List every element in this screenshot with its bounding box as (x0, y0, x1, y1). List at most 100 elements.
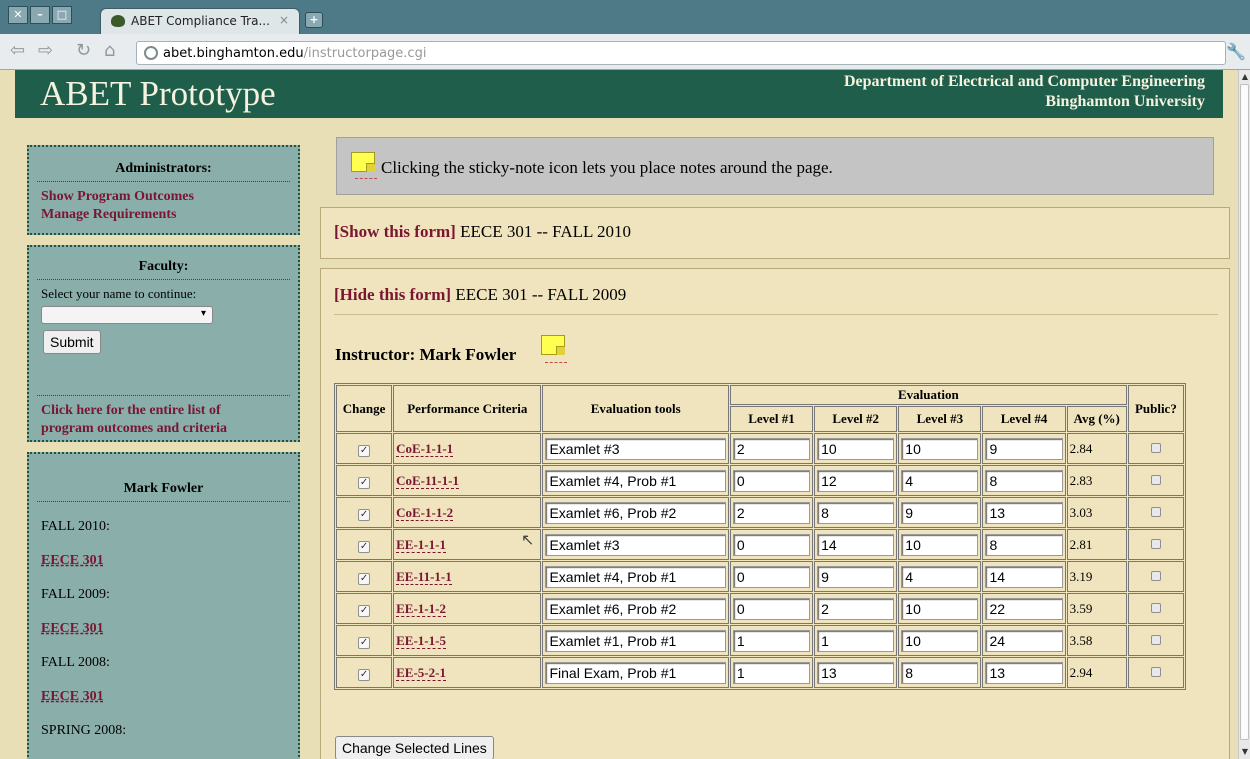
tab-close-icon[interactable]: × (279, 13, 289, 27)
wrench-menu-icon[interactable]: 🔧 (1226, 42, 1246, 61)
scroll-up-icon[interactable]: ▲ (1240, 72, 1250, 82)
level-4-input[interactable]: 24 (985, 629, 1063, 652)
level-4-input[interactable]: 8 (985, 533, 1063, 556)
minimize-window-button[interactable]: – (30, 6, 50, 24)
change-checkbox[interactable]: ✓ (358, 636, 371, 649)
change-cell: ✓ (336, 657, 393, 688)
level-1-input[interactable]: 1 (732, 629, 811, 652)
public-checkbox[interactable] (1150, 666, 1161, 677)
criteria-link[interactable]: EE-11-1-1 (396, 568, 452, 585)
level-1-input[interactable]: 0 (732, 597, 811, 620)
change-checkbox[interactable]: ✓ (358, 444, 371, 457)
level-2-input[interactable]: 9 (817, 565, 895, 588)
criteria-link[interactable]: EE-1-1-2 (396, 600, 446, 617)
vertical-scrollbar[interactable]: ▲ ▼ (1238, 70, 1250, 759)
level-1-input[interactable]: 2 (732, 437, 811, 460)
change-checkbox[interactable]: ✓ (358, 668, 371, 681)
level-1-input[interactable]: 0 (732, 469, 811, 492)
public-checkbox[interactable] (1150, 506, 1161, 517)
level-3-input[interactable]: 4 (901, 469, 979, 492)
evaluation-tool-input[interactable]: Examlet #3 (545, 437, 726, 460)
level-2-input[interactable]: 12 (817, 469, 895, 492)
change-checkbox[interactable]: ✓ (358, 508, 371, 521)
level-3-input[interactable]: 10 (901, 533, 979, 556)
change-checkbox[interactable]: ✓ (358, 572, 371, 585)
manage-requirements-link[interactable]: Manage Requirements (29, 206, 298, 224)
level-4-input[interactable]: 13 (985, 661, 1063, 684)
home-icon[interactable]: ⌂ (104, 42, 115, 60)
level-3-input[interactable]: 4 (901, 565, 979, 588)
level-2-input[interactable]: 8 (817, 501, 895, 524)
hide-form-link[interactable]: [Hide this form] (334, 285, 451, 304)
level-1-input[interactable]: 2 (732, 501, 811, 524)
public-cell (1127, 529, 1184, 560)
level-2-input[interactable]: 1 (817, 629, 895, 652)
level-1-input[interactable]: 0 (732, 533, 811, 556)
sticky-note-icon[interactable] (541, 335, 565, 355)
criteria-link[interactable]: EE-1-1-1 (396, 536, 446, 553)
level-4-input[interactable]: 14 (985, 565, 1063, 588)
evaluation-tool-input[interactable]: Final Exam, Prob #1 (545, 661, 726, 684)
criteria-link[interactable]: EE-5-2-1 (396, 664, 446, 681)
scrollbar-thumb[interactable] (1240, 84, 1249, 740)
submit-button[interactable]: Submit (43, 330, 101, 354)
page-info-icon[interactable] (144, 46, 158, 60)
evaluation-tool-input[interactable]: Examlet #4, Prob #1 (545, 469, 726, 492)
level-1-input[interactable]: 1 (732, 661, 811, 684)
course-link[interactable]: EECE 301 (29, 552, 298, 570)
show-form-link[interactable]: [Show this form] (334, 222, 456, 241)
level-3-input[interactable]: 10 (901, 629, 979, 652)
public-checkbox[interactable] (1150, 474, 1161, 485)
evaluation-tool-input[interactable]: Examlet #6, Prob #2 (545, 501, 726, 524)
level-3-input[interactable]: 8 (901, 661, 979, 684)
public-checkbox[interactable] (1150, 570, 1161, 581)
level-4-cell: 24 (982, 625, 1066, 656)
level-2-input[interactable]: 14 (817, 533, 895, 556)
criteria-link[interactable]: EE-1-1-5 (396, 632, 446, 649)
public-checkbox[interactable] (1150, 634, 1161, 645)
browser-tab[interactable]: ABET Compliance Tra... × (100, 8, 300, 34)
tool-cell: Examlet #6, Prob #2 (542, 497, 729, 528)
program-outcomes-list-link[interactable]: Click here for the entire list of progra… (29, 402, 269, 438)
public-checkbox[interactable] (1150, 602, 1161, 613)
tab-title: ABET Compliance Tra... (131, 14, 270, 28)
level-3-input[interactable]: 9 (901, 501, 979, 524)
level-4-input[interactable]: 8 (985, 469, 1063, 492)
change-checkbox[interactable]: ✓ (358, 604, 371, 617)
level-2-input[interactable]: 10 (817, 437, 895, 460)
maximize-window-button[interactable]: □ (52, 6, 72, 24)
level-3-input[interactable]: 10 (901, 597, 979, 620)
level-2-input[interactable]: 13 (817, 661, 895, 684)
criteria-link[interactable]: CoE-1-1-2 (396, 504, 454, 521)
reload-icon[interactable]: ↻ (76, 42, 91, 60)
level-1-input[interactable]: 0 (732, 565, 811, 588)
evaluation-tool-input[interactable]: Examlet #4, Prob #1 (545, 565, 726, 588)
change-checkbox[interactable]: ✓ (358, 540, 371, 553)
scroll-down-icon[interactable]: ▼ (1240, 747, 1250, 757)
show-program-outcomes-link[interactable]: Show Program Outcomes (29, 188, 298, 206)
sticky-note-icon[interactable] (351, 152, 375, 172)
evaluation-tool-input[interactable]: Examlet #3 (545, 533, 726, 556)
change-checkbox[interactable]: ✓ (358, 476, 371, 489)
close-window-button[interactable]: ✕ (8, 6, 28, 24)
faculty-name-select[interactable]: ▾ (41, 306, 213, 324)
back-icon[interactable]: ⇦ (10, 42, 25, 60)
course-link[interactable]: EECE 301 (29, 620, 298, 638)
level-2-input[interactable]: 2 (817, 597, 895, 620)
level-3-input[interactable]: 10 (901, 437, 979, 460)
level-4-input[interactable]: 22 (985, 597, 1063, 620)
form-title: EECE 301 -- FALL 2009 (455, 285, 627, 304)
address-bar[interactable]: abet.binghamton.edu/instructorpage.cgi (136, 41, 1226, 65)
new-tab-button[interactable]: + (305, 12, 323, 28)
change-selected-lines-button[interactable]: Change Selected Lines (335, 736, 494, 759)
forward-icon[interactable]: ⇨ (38, 42, 53, 60)
course-link[interactable]: EECE 301 (29, 688, 298, 706)
public-checkbox[interactable] (1150, 442, 1161, 453)
public-checkbox[interactable] (1150, 538, 1161, 549)
criteria-link[interactable]: CoE-11-1-1 (396, 472, 459, 489)
level-4-input[interactable]: 13 (985, 501, 1063, 524)
criteria-link[interactable]: CoE-1-1-1 (396, 440, 454, 457)
evaluation-tool-input[interactable]: Examlet #1, Prob #1 (545, 629, 726, 652)
level-4-input[interactable]: 9 (985, 437, 1063, 460)
evaluation-tool-input[interactable]: Examlet #6, Prob #2 (545, 597, 726, 620)
